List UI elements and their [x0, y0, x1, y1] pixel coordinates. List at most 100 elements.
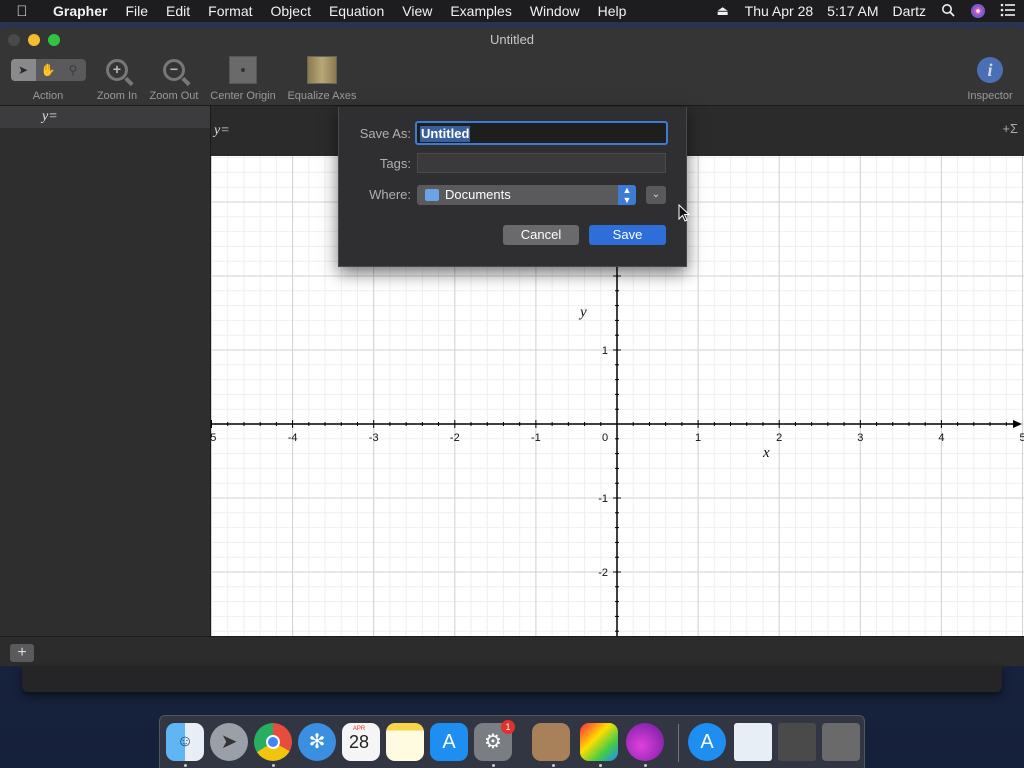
- y-tick-label: 1: [602, 345, 608, 357]
- inspector-button[interactable]: i Inspector: [960, 54, 1020, 102]
- zoom-in-icon: +: [106, 59, 128, 81]
- x-tick-label: 0: [602, 432, 608, 444]
- dock-separator: [678, 724, 679, 762]
- equation-prefix: y=: [214, 123, 230, 138]
- equation-list-sidebar: y=: [0, 106, 211, 636]
- running-indicator: [492, 764, 495, 767]
- zoom-out-button[interactable]: − Zoom Out: [145, 54, 203, 102]
- y-tick-label: -2: [598, 567, 608, 579]
- notes-icon[interactable]: [386, 723, 424, 761]
- zoom-in-button[interactable]: + Zoom In: [94, 54, 140, 102]
- dock: ☺ ➤ ✻ APR 28 A ⚙ 1 A: [159, 715, 865, 768]
- folder-icon: [425, 189, 439, 201]
- inspector-label: Inspector: [967, 90, 1013, 102]
- action-tool: ➤ ✋ ⚲ Action: [6, 54, 90, 102]
- calendar-day: 28: [348, 732, 370, 752]
- app-store-downloads-icon[interactable]: A: [688, 723, 726, 761]
- y-axis-label: y: [578, 305, 587, 321]
- x-tick-label: 3: [857, 432, 863, 444]
- center-origin-label: Center Origin: [210, 90, 276, 102]
- running-indicator: [599, 764, 602, 767]
- save-as-value[interactable]: Untitled: [420, 126, 471, 142]
- center-origin-button[interactable]: Center Origin: [206, 54, 280, 102]
- grapher-icon[interactable]: [580, 723, 618, 761]
- menubar-user[interactable]: Dartz: [893, 3, 926, 19]
- archive-utility-icon[interactable]: [532, 723, 570, 761]
- siri-icon[interactable]: [970, 3, 986, 19]
- save-button[interactable]: Save: [589, 225, 666, 245]
- menu-object[interactable]: Object: [262, 3, 320, 19]
- x-tick-label: 2: [776, 432, 782, 444]
- spotlight-search-icon[interactable]: [940, 3, 956, 19]
- zoom-in-label: Zoom In: [96, 90, 138, 102]
- chrome-icon[interactable]: [254, 723, 292, 761]
- center-origin-icon: [229, 56, 257, 84]
- menu-help[interactable]: Help: [589, 3, 636, 19]
- app-store-icon[interactable]: A: [430, 723, 468, 761]
- menu-equation[interactable]: Equation: [320, 3, 393, 19]
- window-title: Untitled: [489, 32, 535, 47]
- add-equation-button[interactable]: +: [10, 644, 34, 662]
- x-axis-label: x: [762, 445, 770, 461]
- color-picker-icon[interactable]: [626, 723, 664, 761]
- background-window: [22, 666, 1002, 692]
- magnifier-icon[interactable]: ⚲: [61, 59, 86, 81]
- menu-app-name[interactable]: Grapher: [44, 3, 116, 19]
- x-axis-arrow-icon: [1013, 420, 1022, 428]
- action-segmented-control[interactable]: ➤ ✋ ⚲: [10, 59, 86, 81]
- info-icon: i: [977, 57, 1003, 83]
- x-tick-label: -3: [369, 432, 379, 444]
- title-bar: Untitled ➤ ✋ ⚲ Action + Zoom In − Zoom O…: [0, 28, 1024, 106]
- menu-file[interactable]: File: [116, 3, 157, 19]
- cancel-button[interactable]: Cancel: [503, 225, 579, 245]
- running-indicator: [552, 764, 555, 767]
- save-dialog: Save As: Tags: Where: Untitled Documents…: [338, 107, 687, 267]
- save-as-label: Save As:: [359, 126, 411, 141]
- equalize-axes-button[interactable]: Equalize Axes: [284, 54, 360, 102]
- notification-center-icon[interactable]: [1000, 3, 1016, 19]
- launchpad-icon[interactable]: ➤: [210, 723, 248, 761]
- safari-icon[interactable]: ✻: [298, 723, 336, 761]
- menu-format[interactable]: Format: [199, 3, 261, 19]
- where-value: Documents: [445, 187, 511, 202]
- mouse-cursor-icon: [678, 204, 690, 222]
- menu-examples[interactable]: Examples: [441, 3, 520, 19]
- where-select[interactable]: Documents ▲ ▼: [417, 185, 636, 205]
- x-tick-label: 1: [695, 432, 701, 444]
- tags-label: Tags:: [379, 156, 411, 171]
- x-tick-label: 4: [938, 432, 944, 444]
- x-tick-label: -5: [211, 432, 216, 444]
- x-tick-label: -4: [288, 432, 298, 444]
- apple-menu-icon[interactable]: : [0, 3, 44, 20]
- arrow-pointer-icon[interactable]: ➤: [10, 59, 36, 81]
- sigma-palette-icon[interactable]: +Σ: [1002, 121, 1018, 136]
- finder-icon[interactable]: ☺: [166, 723, 204, 761]
- zoom-out-label: Zoom Out: [149, 90, 199, 102]
- running-indicator: [184, 764, 187, 767]
- calendar-icon[interactable]: APR 28: [342, 723, 380, 761]
- file-stack-icon[interactable]: [778, 723, 816, 761]
- menu-view[interactable]: View: [393, 3, 441, 19]
- running-indicator: [272, 764, 275, 767]
- eject-icon[interactable]: ⏏: [715, 3, 731, 19]
- y-tick-label: -1: [598, 493, 608, 505]
- equalize-axes-icon: [307, 56, 337, 84]
- menubar-date[interactable]: Thu Apr 28: [745, 3, 814, 19]
- hand-icon[interactable]: ✋: [36, 59, 61, 81]
- chevron-down-icon: ⌄: [651, 189, 661, 200]
- document-icon[interactable]: [734, 723, 772, 761]
- menu-window[interactable]: Window: [521, 3, 589, 19]
- running-indicator: [644, 764, 647, 767]
- menu-edit[interactable]: Edit: [157, 3, 199, 19]
- x-tick-label: -1: [531, 432, 541, 444]
- trash-icon[interactable]: [822, 723, 860, 761]
- where-label: Where:: [369, 187, 411, 202]
- menubar-time[interactable]: 5:17 AM: [827, 3, 878, 19]
- zoom-out-icon: −: [163, 59, 185, 81]
- action-label: Action: [32, 90, 64, 102]
- chevron-up-down-icon[interactable]: ▲ ▼: [618, 185, 636, 205]
- expand-dialog-button[interactable]: ⌄: [646, 186, 666, 204]
- tags-input[interactable]: [417, 153, 666, 173]
- equation-list-item[interactable]: y=: [0, 106, 210, 128]
- notification-badge: 1: [501, 720, 515, 734]
